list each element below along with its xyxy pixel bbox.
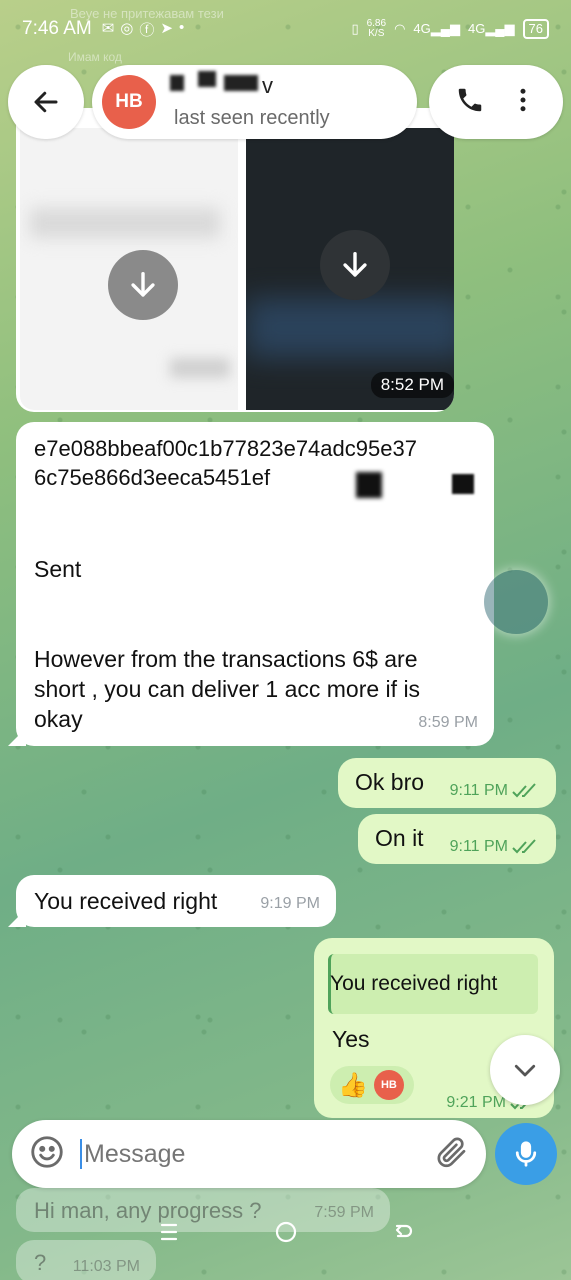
recents-icon <box>160 1223 177 1240</box>
facebook-icon: ⓕ <box>139 21 155 39</box>
message-time: 9:11 PM <box>449 782 508 799</box>
background-notification-text-2: Имам код <box>68 50 122 64</box>
message-time: 8:52 PM <box>370 372 454 398</box>
outgoing-message[interactable]: Ok bro 9:11 PM <box>338 758 556 808</box>
microphone-icon <box>515 1141 537 1167</box>
message-text-body: However from the transactions 6$ are sho… <box>34 646 421 732</box>
nav-back-button[interactable] <box>391 1220 415 1251</box>
system-nav-bar <box>0 1210 571 1260</box>
net-speed-unit: K/S <box>368 28 385 39</box>
ghost-message-time: 11:03 PM <box>72 1258 140 1275</box>
thumbs-up-icon: 👍 <box>338 1071 368 1099</box>
message-time: 9:11 PM <box>449 838 508 855</box>
outgoing-message[interactable]: On it 9:11 PM <box>358 814 556 864</box>
contact-name-visible: v <box>262 73 273 98</box>
status-right: ▯ 6.86 K/S ◠ 4G▂▄▆ 4G▂▄▆ 76 <box>351 19 549 39</box>
menu-button[interactable] <box>508 85 538 120</box>
message-time: 9:21 PM <box>446 1094 506 1111</box>
more-dot-icon: • <box>178 18 185 36</box>
message-time: 8:59 PM <box>418 714 478 731</box>
home-circle-icon <box>275 1221 296 1242</box>
download-icon <box>131 271 155 297</box>
media-thumbnail-2[interactable]: 8:52 PM <box>246 128 454 410</box>
message-meta: 9:11 PM <box>450 782 538 800</box>
incoming-message[interactable]: e7e088bbeaf00c1b77823e74adc95e37 6c75e86… <box>16 422 494 746</box>
contact-name: v <box>170 71 280 98</box>
floating-bubble[interactable] <box>484 570 548 634</box>
scroll-to-bottom-button[interactable] <box>490 1035 560 1105</box>
download-button[interactable] <box>108 250 178 320</box>
message-meta: 9:11 PM <box>450 838 538 856</box>
incoming-message[interactable]: You received right 9:19 PM <box>16 875 336 927</box>
notification-icons: ✉ ◎ ⓕ ➤ • <box>102 19 185 40</box>
smiley-icon <box>31 1135 63 1168</box>
text-caret <box>80 1139 82 1169</box>
header-actions <box>429 65 563 139</box>
voice-record-button[interactable] <box>495 1123 557 1185</box>
message-text: Yes <box>332 1026 370 1052</box>
signal-1: 4G▂▄▆ <box>413 21 460 36</box>
telegram-icon: ➤ <box>160 19 173 37</box>
message-composer <box>12 1120 486 1188</box>
double-check-icon <box>512 839 536 854</box>
message-text-sent: Sent <box>34 556 82 582</box>
avatar: HB <box>102 75 156 129</box>
hash-line-1: e7e088bbeaf00c1b77823e74adc95e37 <box>34 436 417 461</box>
message-input[interactable] <box>84 1139 404 1169</box>
redaction <box>356 472 382 498</box>
notification-icon: ✉ <box>101 19 115 37</box>
back-arrow-icon <box>395 1224 412 1237</box>
double-check-icon <box>512 783 536 798</box>
net-speed: 6.86 K/S <box>367 19 386 39</box>
media-thumbnail-1[interactable] <box>20 128 238 410</box>
attach-button[interactable] <box>434 1134 470 1175</box>
home-button[interactable] <box>274 1220 298 1251</box>
call-button[interactable] <box>455 85 485 120</box>
vibrate-icon: ▯ <box>351 21 359 36</box>
status-time: 7:46 AM <box>22 18 92 39</box>
message-time: 9:19 PM <box>260 895 320 912</box>
phone-icon <box>458 88 481 111</box>
reaction-avatar: HB <box>373 1070 404 1100</box>
message-text: Ok bro <box>355 769 425 795</box>
battery-indicator: 76 <box>522 19 549 39</box>
reply-quote-text: You received right <box>330 972 498 995</box>
last-seen-status: last seen recently <box>174 107 330 129</box>
hash-line-2: 6c75e866d3eeca5451ef <box>34 465 271 490</box>
paperclip-icon <box>437 1137 466 1167</box>
download-icon <box>343 251 367 277</box>
chevron-down-icon <box>514 1064 536 1077</box>
redaction <box>452 474 474 494</box>
chat-header: HB v last seen recently <box>8 65 563 139</box>
emoji-button[interactable] <box>28 1133 66 1176</box>
message-text: On it <box>375 825 424 851</box>
signal-2: 4G▂▄▆ <box>467 21 515 36</box>
recents-button[interactable] <box>157 1220 181 1251</box>
message-text: You received right <box>34 888 218 914</box>
whatsapp-icon: ◎ <box>120 19 134 37</box>
reaction-chip[interactable]: 👍 HB <box>330 1066 414 1104</box>
back-button[interactable] <box>8 65 84 139</box>
more-vertical-icon <box>520 88 525 111</box>
redaction <box>286 470 332 498</box>
contact-info[interactable]: HB v last seen recently <box>92 65 417 139</box>
media-message: 8:52 PM <box>16 108 454 412</box>
arrow-left-icon <box>34 91 58 113</box>
background-notification-text: Веуе не притежавам тези <box>70 6 224 21</box>
download-button[interactable] <box>320 230 390 300</box>
wifi-icon: ◠ <box>394 21 406 36</box>
